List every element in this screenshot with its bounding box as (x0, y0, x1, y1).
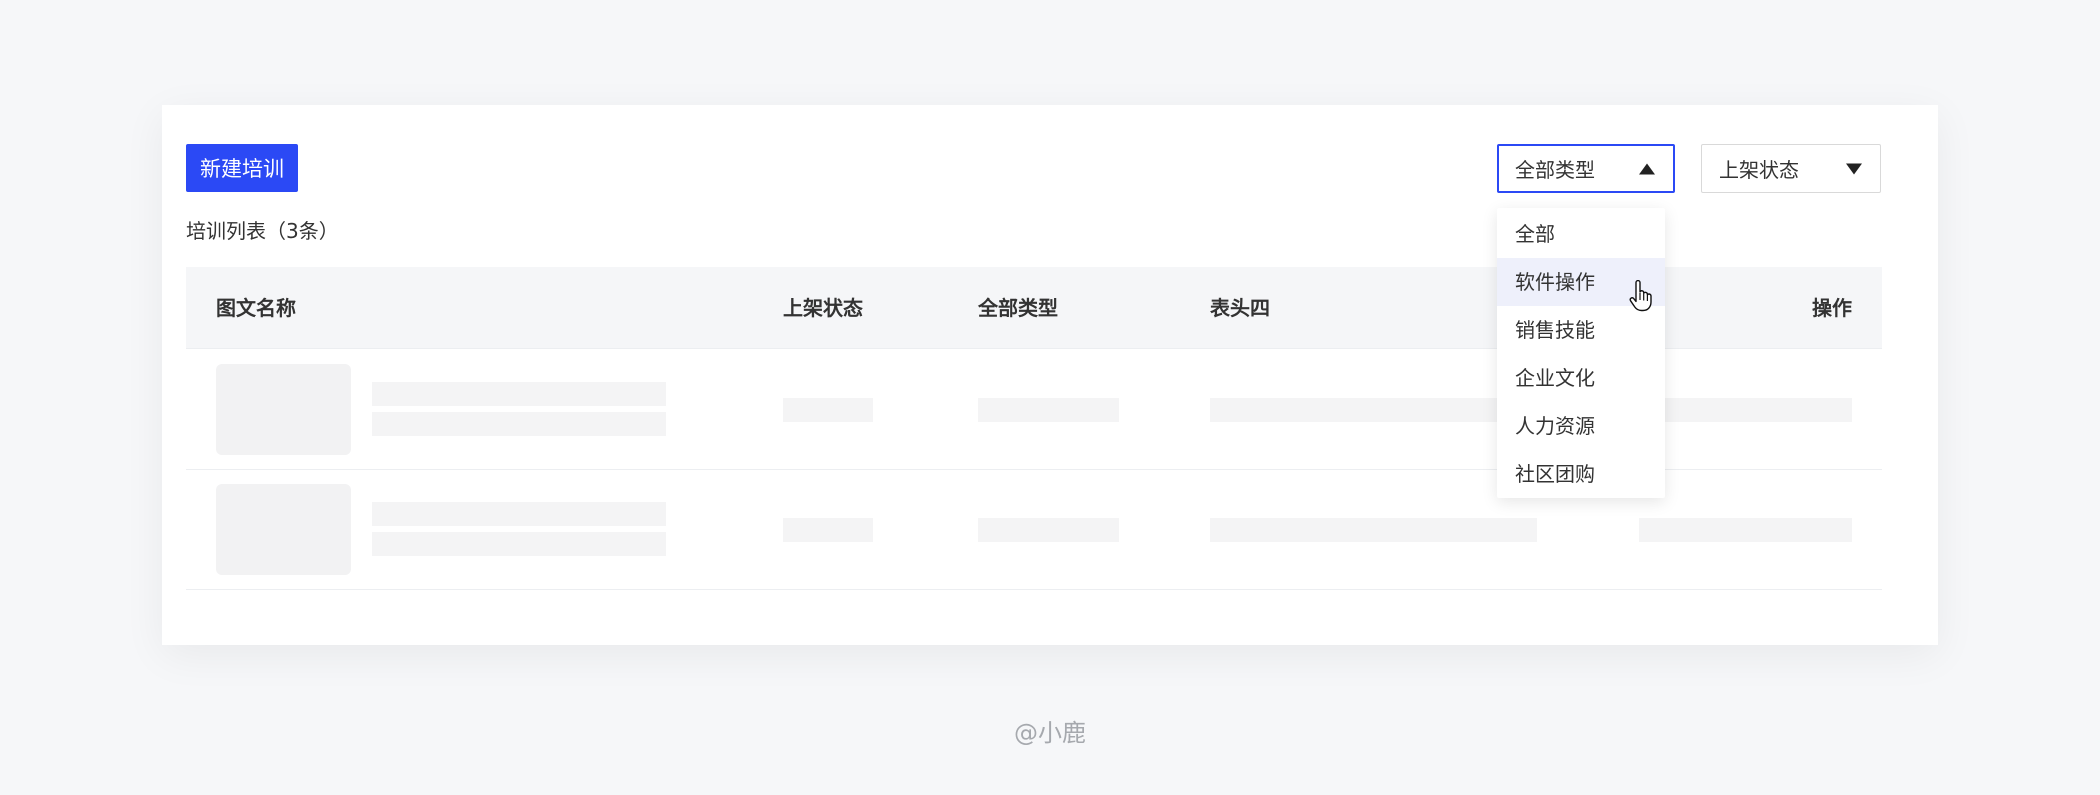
caret-up-icon (1639, 163, 1655, 174)
skeleton-column-four (1210, 398, 1537, 422)
skeleton-type (978, 518, 1119, 542)
column-header-name: 图文名称 (216, 296, 296, 320)
skeleton-line (372, 502, 666, 526)
dropdown-option-sales[interactable]: 销售技能 (1497, 306, 1665, 354)
skeleton-line (372, 412, 666, 436)
skeleton-line (372, 532, 666, 556)
type-select-value: 全部类型 (1515, 158, 1595, 182)
skeleton-actions (1639, 398, 1852, 422)
skeleton-thumbnail (216, 364, 351, 455)
skeleton-column-four (1210, 518, 1537, 542)
skeleton-status (783, 518, 873, 542)
dropdown-option-community[interactable]: 社区团购 (1497, 450, 1665, 498)
status-select-value: 上架状态 (1719, 158, 1799, 182)
dropdown-option-hr[interactable]: 人力资源 (1497, 402, 1665, 450)
column-header-four: 表头四 (1210, 296, 1270, 320)
column-header-status: 上架状态 (783, 296, 863, 320)
training-card: 新建培训 培训列表（3条） 全部类型 上架状态 图文名称 上架状态 全部类型 表… (162, 105, 1938, 645)
skeleton-status (783, 398, 873, 422)
skeleton-line (372, 382, 666, 406)
new-training-button[interactable]: 新建培训 (186, 144, 298, 192)
list-title: 培训列表（3条） (186, 219, 339, 243)
column-header-actions: 操作 (1812, 296, 1852, 320)
column-header-type: 全部类型 (978, 296, 1058, 320)
skeleton-type (978, 398, 1119, 422)
status-select[interactable]: 上架状态 (1701, 144, 1881, 193)
dropdown-option-all[interactable]: 全部 (1497, 210, 1665, 258)
skeleton-actions (1639, 518, 1852, 542)
watermark: @小鹿 (1014, 719, 1086, 747)
hand-pointer-icon (1629, 280, 1652, 312)
type-dropdown-menu: 全部 软件操作 销售技能 企业文化 人力资源 社区团购 (1497, 208, 1665, 498)
caret-down-icon (1846, 163, 1862, 174)
dropdown-option-culture[interactable]: 企业文化 (1497, 354, 1665, 402)
skeleton-thumbnail (216, 484, 351, 575)
type-select[interactable]: 全部类型 (1497, 144, 1675, 193)
